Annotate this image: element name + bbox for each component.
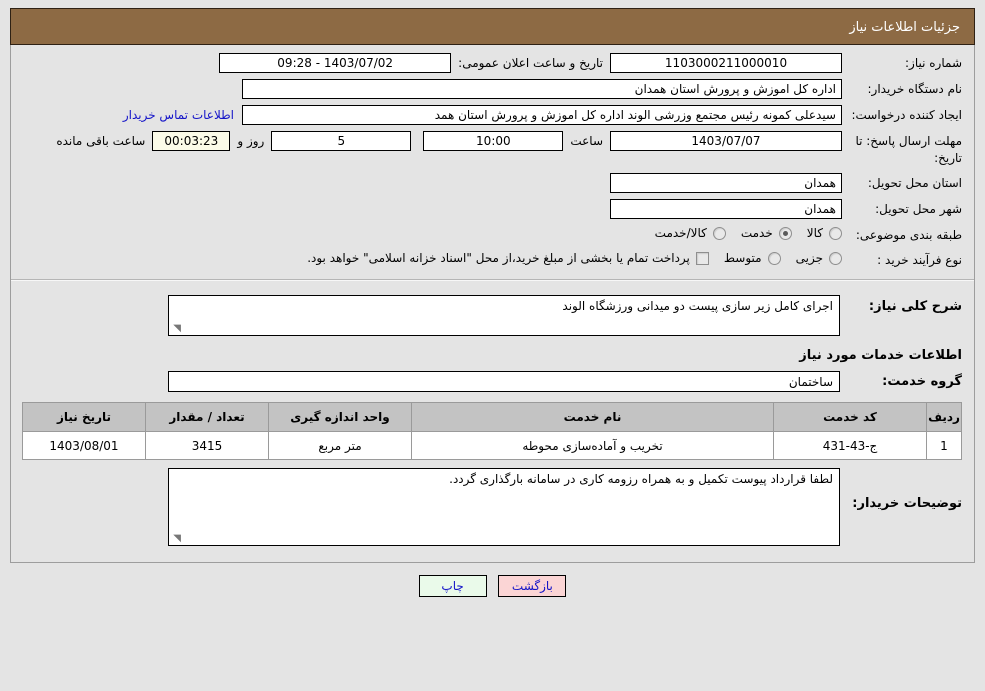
th-radif: ردیف [926,402,962,432]
buyer-notes-textarea[interactable]: لطفا قرارداد پیوست تکمیل و به همراه رزوم… [168,468,840,546]
row-purchase-type: نوع فرآیند خرید : جزیی متوسط پرداخت تمام… [23,250,962,269]
countdown-field: 00:03:23 [152,131,231,151]
row-service-group: گروه خدمت: ساختمان [23,371,962,392]
cell-code: ج-43-431 [773,431,927,460]
footer-actions: بازگشت چاپ [10,563,975,607]
radio-category-1[interactable] [778,226,792,240]
request-creator-field[interactable]: سیدعلی کمونه رئیس مجتمع وزرشی الوند ادار… [242,105,842,125]
radio-purchase-1-label: متوسط [723,251,762,265]
category-label: طبقه بندی موضوعی: [855,228,962,242]
need-number-label: شماره نیاز: [905,56,962,70]
brief-label: شرح کلی نیاز: [868,299,962,314]
row-brief: شرح کلی نیاز: اجرای کامل زیر سازی پیست د… [23,295,962,336]
deadline-days-label: روز و [237,134,265,148]
radio-category-0[interactable] [829,226,842,240]
public-announce-label: تاریخ و ساعت اعلان عمومی: [458,56,603,70]
table-row: 1 ج-43-431 تخریب و آماده‌سازی محوطه متر … [22,431,962,460]
cell-radif: 1 [926,431,962,460]
back-button[interactable]: بازگشت [498,575,567,597]
buyer-notes-text: لطفا قرارداد پیوست تکمیل و به همراه رزوم… [449,472,833,486]
services-table: ردیف کد خدمت نام خدمت واحد اندازه گیری ت… [22,402,962,460]
treasury-checkbox-label: پرداخت تمام یا بخشی از مبلغ خرید،از محل … [307,251,690,265]
service-group-label: گروه خدمت: [882,374,962,389]
purchase-type-label: نوع فرآیند خرید : [877,253,962,267]
delivery-province-label: استان محل تحویل: [867,176,962,190]
row-delivery-city: شهر محل تحویل: همدان [23,199,962,219]
general-info-section: شماره نیاز: 1103000211000010 تاریخ و ساع… [11,45,974,277]
row-delivery-province: استان محل تحویل: همدان [23,173,962,193]
buyer-notes-label: توضیحات خریدار: [852,496,962,511]
purchase-type-radio-group: جزیی متوسط پرداخت تمام یا بخشی از مبلغ خ… [295,250,842,265]
radio-category-2-label: کالا/خدمت [654,226,707,240]
radio-category-0-label: کالا [806,226,823,240]
brief-textarea[interactable]: اجرای کامل زیر سازی پیست دو میدانی ورزشگ… [168,295,840,336]
radio-category-1-label: خدمت [740,226,773,240]
delivery-city-label: شهر محل تحویل: [875,202,962,216]
resize-grip-icon[interactable]: ◥ [171,324,181,334]
delivery-province-field[interactable]: همدان [610,173,842,193]
row-need-number: شماره نیاز: 1103000211000010 تاریخ و ساع… [23,53,962,73]
page-title: جزئیات اطلاعات نیاز [10,8,975,45]
cell-qty: 3415 [145,431,269,460]
request-creator-label: ایجاد کننده درخواست: [851,108,962,122]
service-group-field[interactable]: ساختمان [168,371,840,392]
th-date: تاریخ نیاز [22,402,146,432]
services-section-title: اطلاعات خدمات مورد نیاز [799,348,962,363]
cell-date: 1403/08/01 [22,431,146,460]
resize-grip-icon-notes[interactable]: ◥ [171,534,181,544]
buyer-contact-link[interactable]: اطلاعات تماس خریدار [115,105,242,125]
deadline-days-field[interactable]: 5 [271,131,412,151]
radio-category-2[interactable] [712,226,726,240]
buyer-org-field[interactable]: اداره کل اموزش و پرورش استان همدان [242,79,842,99]
row-category: طبقه بندی موضوعی: کالا خدمت کالا/خدمت [23,225,962,244]
buyer-org-label: نام دستگاه خریدار: [867,82,963,96]
th-qty: تعداد / مقدار [145,402,269,432]
table-header-row: ردیف کد خدمت نام خدمت واحد اندازه گیری ت… [22,402,962,432]
print-button[interactable]: چاپ [418,575,487,597]
row-buyer-org: نام دستگاه خریدار: اداره کل اموزش و پرور… [23,79,962,99]
row-buyer-notes: توضیحات خریدار: لطفا قرارداد پیوست تکمیل… [23,468,962,546]
public-announce-field[interactable]: 1403/07/02 - 09:28 [219,53,452,73]
radio-purchase-0[interactable] [829,251,842,265]
brief-section: شرح کلی نیاز: اجرای کامل زیر سازی پیست د… [11,281,974,562]
deadline-label: مهلت ارسال پاسخ: تا تاریخ: [855,134,962,165]
treasury-checkbox[interactable] [695,251,709,265]
th-code: کد خدمت [773,402,927,432]
th-unit: واحد اندازه گیری [268,402,412,432]
cell-unit: متر مربع [268,431,412,460]
deadline-date-field[interactable]: 1403/07/07 [610,131,842,151]
delivery-city-field[interactable]: همدان [610,199,842,219]
deadline-hour-label: ساعت [570,134,603,148]
details-panel: شماره نیاز: 1103000211000010 تاریخ و ساع… [10,45,975,563]
row-request-creator: ایجاد کننده درخواست: سیدعلی کمونه رئیس م… [23,105,962,125]
cell-name: تخریب و آماده‌سازی محوطه [411,431,774,460]
deadline-hour-field[interactable]: 10:00 [423,131,564,151]
countdown-label: ساعت باقی مانده [56,134,146,148]
category-radio-group: کالا خدمت کالا/خدمت [643,225,842,240]
row-deadline: مهلت ارسال پاسخ: تا تاریخ: 1403/07/07 سا… [23,131,962,167]
th-name: نام خدمت [411,402,774,432]
brief-text: اجرای کامل زیر سازی پیست دو میدانی ورزشگ… [562,299,833,313]
radio-purchase-0-label: جزیی [795,251,823,265]
page-container: جزئیات اطلاعات نیاز شماره نیاز: 11030002… [0,0,985,607]
need-number-field[interactable]: 1103000211000010 [610,53,842,73]
radio-purchase-1[interactable] [767,251,781,265]
